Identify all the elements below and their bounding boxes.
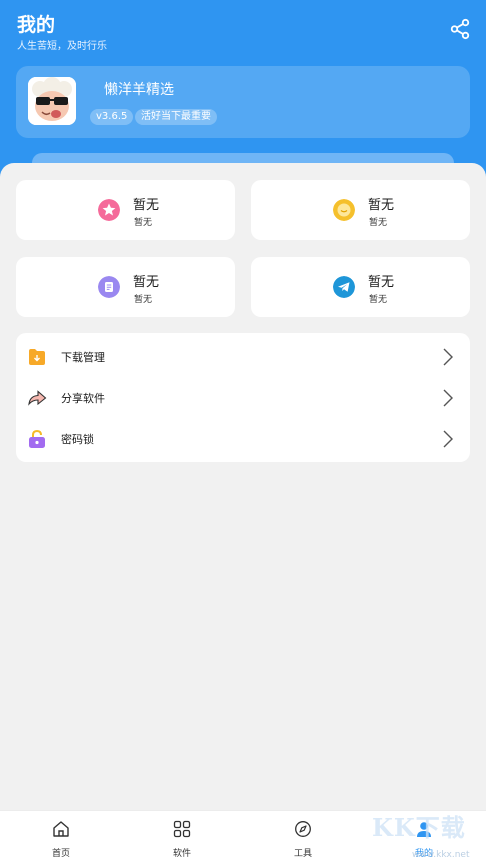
pink-star-icon [98, 199, 120, 221]
download-folder-icon [29, 349, 45, 365]
yellow-chat-icon [333, 199, 355, 221]
card-subtitle: 暂无 [369, 295, 388, 305]
nav-label: 首页 [51, 849, 70, 859]
chevron-right-icon [443, 430, 453, 448]
chevron-right-icon [443, 389, 453, 407]
nav-label: 工具 [293, 849, 312, 859]
card-subtitle: 暂无 [134, 218, 153, 228]
menu-item-download-manager[interactable]: 下载管理 [16, 336, 470, 377]
settings-menu: 下载管理 分享软件 密码锁 [16, 333, 470, 462]
card-subtitle: 暂无 [369, 218, 388, 228]
avatar [28, 77, 76, 125]
home-icon [53, 821, 69, 837]
watermark-url: www.kkx.net [412, 850, 470, 860]
grid-icon [173, 820, 191, 838]
page-subtitle: 人生苦短，及时行乐 [17, 41, 107, 52]
lock-icon [29, 430, 45, 448]
profile-card[interactable]: 懒洋羊精选 v3.6.5 活好当下最重要 [16, 66, 470, 138]
sheep-avatar-icon [28, 77, 76, 125]
menu-item-share-app[interactable]: 分享软件 [16, 377, 470, 418]
menu-item-label: 分享软件 [61, 392, 105, 405]
feature-card-2[interactable]: 暂无 暂无 [251, 180, 470, 240]
menu-item-password-lock[interactable]: 密码锁 [16, 418, 470, 459]
share-arrow-icon [28, 390, 47, 406]
card-title: 暂无 [368, 275, 395, 290]
nav-item-software[interactable]: 软件 [152, 811, 212, 864]
card-title: 暂无 [368, 198, 395, 213]
nav-item-home[interactable]: 首页 [31, 811, 91, 864]
menu-item-label: 下载管理 [61, 351, 105, 364]
card-subtitle: 暂无 [134, 295, 153, 305]
feature-card-3[interactable]: 暂无 暂无 [16, 257, 235, 317]
menu-item-label: 密码锁 [61, 433, 94, 446]
version-badge: v3.6.5 [90, 109, 134, 125]
slogan-badge: 活好当下最重要 [135, 109, 217, 125]
chevron-right-icon [443, 348, 453, 366]
nav-label: 软件 [172, 849, 191, 859]
page-title: 我的 [17, 14, 56, 36]
feature-card-4[interactable]: 暂无 暂无 [251, 257, 470, 317]
nav-item-tools[interactable]: 工具 [273, 811, 333, 864]
card-title: 暂无 [133, 198, 160, 213]
profile-name: 懒洋羊精选 [104, 82, 174, 98]
purple-document-icon [98, 276, 120, 298]
share-icon[interactable] [449, 18, 471, 40]
feature-card-1[interactable]: 暂无 暂无 [16, 180, 235, 240]
compass-icon [295, 821, 311, 837]
card-title: 暂无 [133, 275, 160, 290]
watermark-logo: KK下载 [372, 813, 466, 842]
telegram-icon [333, 276, 355, 298]
